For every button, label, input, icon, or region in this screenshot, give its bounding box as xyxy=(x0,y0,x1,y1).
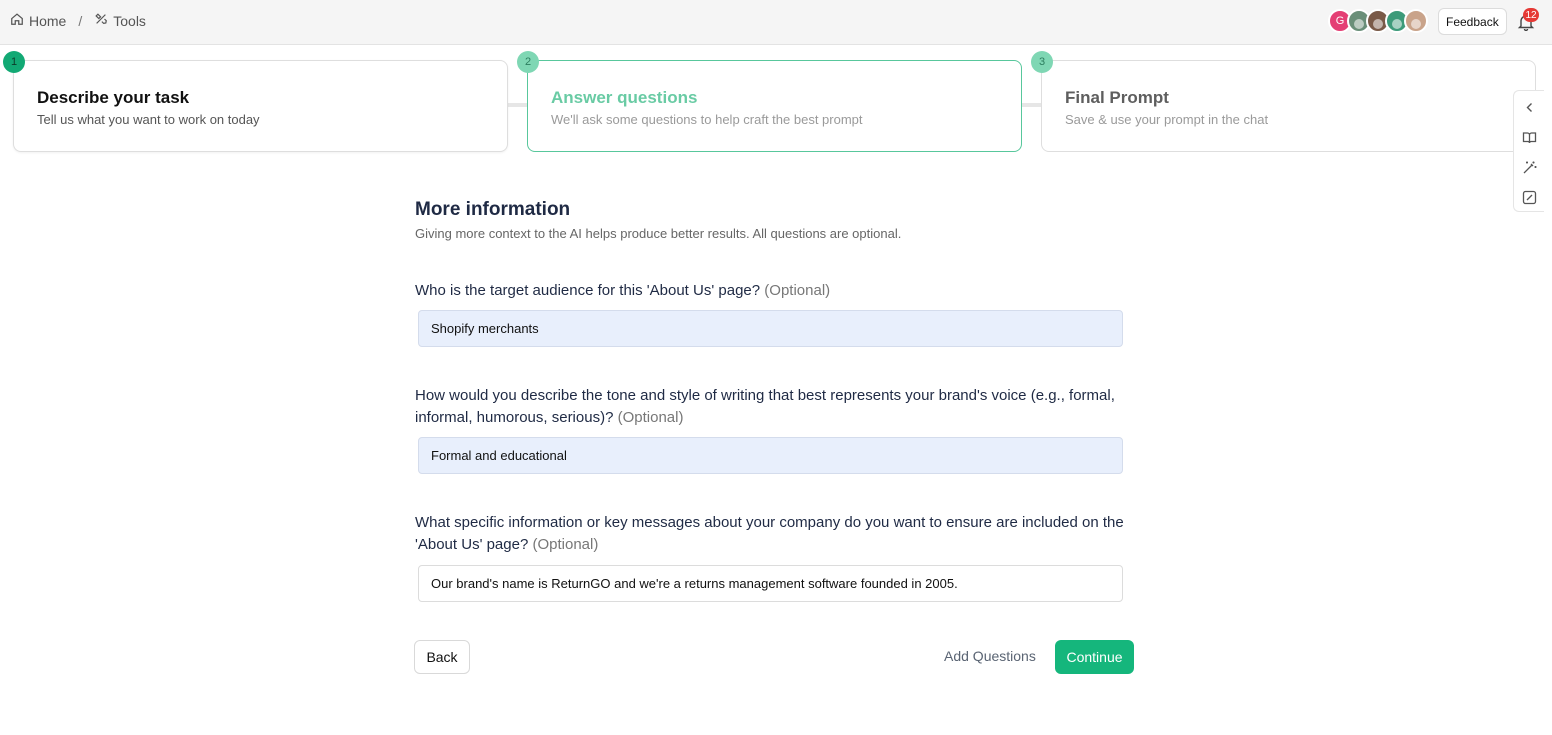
breadcrumb-tools[interactable]: Tools xyxy=(94,12,146,29)
step-describe-task[interactable]: Describe your task Tell us what you want… xyxy=(13,60,508,152)
audience-input[interactable] xyxy=(418,310,1123,347)
step-title: Describe your task xyxy=(37,88,190,107)
chevron-left-icon[interactable] xyxy=(1522,100,1537,115)
question-label: What specific information or key message… xyxy=(415,512,1130,556)
key-messages-input[interactable] xyxy=(418,565,1123,602)
collaborator-avatars[interactable]: G xyxy=(1328,9,1428,33)
tone-input[interactable] xyxy=(418,437,1123,474)
step-answer-questions[interactable]: Answer questions We'll ask some question… xyxy=(527,60,1022,152)
back-button[interactable]: Back xyxy=(414,640,470,674)
question-text: Who is the target audience for this 'Abo… xyxy=(415,282,761,299)
breadcrumb-separator: / xyxy=(78,12,83,29)
optional-tag: (Optional) xyxy=(617,409,684,426)
add-questions-button[interactable]: Add Questions xyxy=(944,648,1036,664)
page-title: More information xyxy=(415,199,571,220)
question-label: Who is the target audience for this 'Abo… xyxy=(415,280,1130,302)
home-icon xyxy=(10,12,24,29)
question-text: What specific information or key message… xyxy=(415,514,1124,553)
step-subtitle: Save & use your prompt in the chat xyxy=(1065,112,1269,127)
breadcrumb: Home / Tools xyxy=(10,12,146,29)
optional-tag: (Optional) xyxy=(532,536,599,553)
edit-square-icon[interactable] xyxy=(1522,190,1537,205)
question-text: How would you describe the tone and styl… xyxy=(415,387,1115,426)
step-number-badge: 2 xyxy=(517,51,539,73)
optional-tag: (Optional) xyxy=(764,282,831,299)
step-final-prompt[interactable]: Final Prompt Save & use your prompt in t… xyxy=(1041,60,1536,152)
step-connector xyxy=(508,103,527,107)
tools-icon xyxy=(94,12,108,29)
step-subtitle: Tell us what you want to work on today xyxy=(37,112,260,127)
feedback-button[interactable]: Feedback xyxy=(1438,8,1507,35)
magic-wand-icon[interactable] xyxy=(1522,160,1537,175)
top-bar: Home / Tools G Feedback 12 xyxy=(0,0,1552,45)
notification-badge: 12 xyxy=(1523,8,1539,22)
continue-button[interactable]: Continue xyxy=(1055,640,1134,674)
breadcrumb-home-label: Home xyxy=(29,12,67,29)
step-title: Answer questions xyxy=(551,88,698,107)
step-number-badge: 1 xyxy=(3,51,25,73)
book-icon[interactable] xyxy=(1522,130,1537,145)
step-subtitle: We'll ask some questions to help craft t… xyxy=(551,112,863,127)
question-label: How would you describe the tone and styl… xyxy=(415,385,1130,429)
avatar[interactable] xyxy=(1404,9,1428,33)
right-toolbar xyxy=(1513,90,1544,212)
step-number-badge: 3 xyxy=(1031,51,1053,73)
page-subtitle: Giving more context to the AI helps prod… xyxy=(415,226,902,241)
breadcrumb-home[interactable]: Home xyxy=(10,12,66,29)
step-title: Final Prompt xyxy=(1065,88,1169,107)
step-connector xyxy=(1022,103,1041,107)
breadcrumb-tools-label: Tools xyxy=(113,12,146,29)
